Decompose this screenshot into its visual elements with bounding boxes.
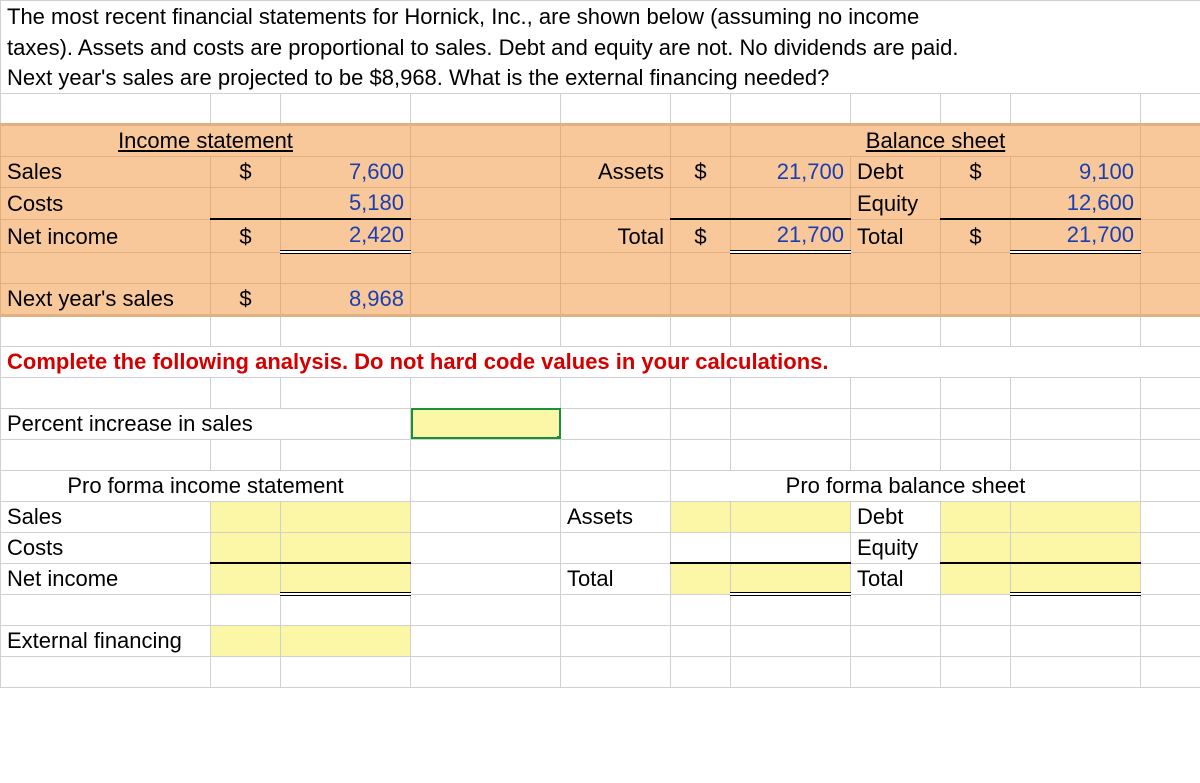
label-pf-net-income: Net income — [1, 563, 211, 594]
label-next-year-sales: Next year's sales — [1, 283, 211, 315]
dollar-sign: $ — [671, 219, 731, 252]
input-cell[interactable] — [671, 563, 731, 594]
instruction-text: Complete the following analysis. Do not … — [1, 346, 1200, 377]
input-cell[interactable] — [281, 563, 411, 594]
value-assets: 21,700 — [731, 157, 851, 188]
blank-row — [1, 252, 1200, 283]
label-percent-increase: Percent increase in sales — [1, 408, 411, 439]
label-pf-equity: Equity — [851, 532, 941, 563]
blank-row — [1, 594, 1200, 625]
value-debt: 9,100 — [1011, 157, 1141, 188]
input-cell[interactable] — [941, 501, 1011, 532]
label-total: Total — [851, 219, 941, 252]
blank-row — [1, 377, 1200, 408]
input-cell[interactable] — [211, 625, 281, 656]
proforma-is-header: Pro forma income statement — [1, 470, 411, 501]
label-net-income: Net income — [1, 219, 211, 252]
analysis-row: Percent increase in sales — [1, 408, 1200, 439]
label-costs: Costs — [1, 188, 211, 220]
label-pf-debt: Debt — [851, 501, 941, 532]
external-financing-row: External financing — [1, 625, 1200, 656]
label-debt: Debt — [851, 157, 941, 188]
question-row: Next year's sales are projected to be $8… — [1, 63, 1200, 94]
input-cell[interactable] — [1011, 501, 1141, 532]
label-total: Total — [561, 219, 671, 252]
blank-row — [1, 94, 1200, 125]
dollar-sign: $ — [211, 283, 281, 315]
input-cell[interactable] — [281, 532, 411, 563]
input-cell[interactable] — [731, 501, 851, 532]
dollar-sign: $ — [211, 157, 281, 188]
input-cell[interactable] — [281, 625, 411, 656]
dollar-sign: $ — [941, 157, 1011, 188]
question-line1: The most recent financial statements for… — [1, 1, 1200, 32]
label-pf-sales: Sales — [1, 501, 211, 532]
input-cell[interactable] — [281, 501, 411, 532]
proforma-bs-header: Pro forma balance sheet — [671, 470, 1141, 501]
dollar-sign: $ — [941, 219, 1011, 252]
proforma-header-row: Pro forma income statement Pro forma bal… — [1, 470, 1200, 501]
input-cell[interactable] — [941, 563, 1011, 594]
income-statement-header: Income statement — [1, 125, 411, 157]
label-equity: Equity — [851, 188, 941, 220]
input-cell[interactable] — [1011, 563, 1141, 594]
label-pf-total: Total — [561, 563, 671, 594]
question-row: taxes). Assets and costs are proportiona… — [1, 32, 1200, 63]
data-header-row: Income statement Balance sheet — [1, 125, 1200, 157]
blank-row — [1, 656, 1200, 687]
value-total-assets: 21,700 — [731, 219, 851, 252]
value-costs: 5,180 — [281, 188, 411, 220]
value-next-year-sales: 8,968 — [281, 283, 411, 315]
label-pf-total: Total — [851, 563, 941, 594]
proforma-row: Costs Equity — [1, 532, 1200, 563]
value-sales: 7,600 — [281, 157, 411, 188]
label-sales: Sales — [1, 157, 211, 188]
data-row: Costs 5,180 Equity 12,600 — [1, 188, 1200, 220]
data-row: Sales $ 7,600 Assets $ 21,700 Debt $ 9,1… — [1, 157, 1200, 188]
input-cell[interactable] — [211, 563, 281, 594]
data-row: Next year's sales $ 8,968 — [1, 283, 1200, 315]
input-cell[interactable] — [671, 501, 731, 532]
input-cell[interactable] — [731, 563, 851, 594]
dollar-sign: $ — [671, 157, 731, 188]
value-net-income: 2,420 — [281, 219, 411, 252]
question-row: The most recent financial statements for… — [1, 1, 1200, 32]
question-line3: Next year's sales are projected to be $8… — [1, 63, 1200, 94]
dollar-sign: $ — [211, 219, 281, 252]
input-cell[interactable] — [211, 501, 281, 532]
data-row: Net income $ 2,420 Total $ 21,700 Total … — [1, 219, 1200, 252]
label-external-financing: External financing — [1, 625, 211, 656]
spreadsheet: The most recent financial statements for… — [0, 0, 1200, 688]
label-pf-assets: Assets — [561, 501, 671, 532]
instruction-row: Complete the following analysis. Do not … — [1, 346, 1200, 377]
label-assets: Assets — [561, 157, 671, 188]
input-cell[interactable] — [1011, 532, 1141, 563]
balance-sheet-header: Balance sheet — [731, 125, 1141, 157]
value-equity: 12,600 — [1011, 188, 1141, 220]
label-pf-costs: Costs — [1, 532, 211, 563]
input-cell[interactable] — [941, 532, 1011, 563]
input-cell[interactable] — [211, 532, 281, 563]
proforma-row: Net income Total Total — [1, 563, 1200, 594]
blank-row — [1, 439, 1200, 470]
proforma-row: Sales Assets Debt — [1, 501, 1200, 532]
question-line2: taxes). Assets and costs are proportiona… — [1, 32, 1200, 63]
value-total-liab: 21,700 — [1011, 219, 1141, 252]
blank-row — [1, 315, 1200, 346]
input-percent-increase[interactable] — [411, 408, 561, 439]
